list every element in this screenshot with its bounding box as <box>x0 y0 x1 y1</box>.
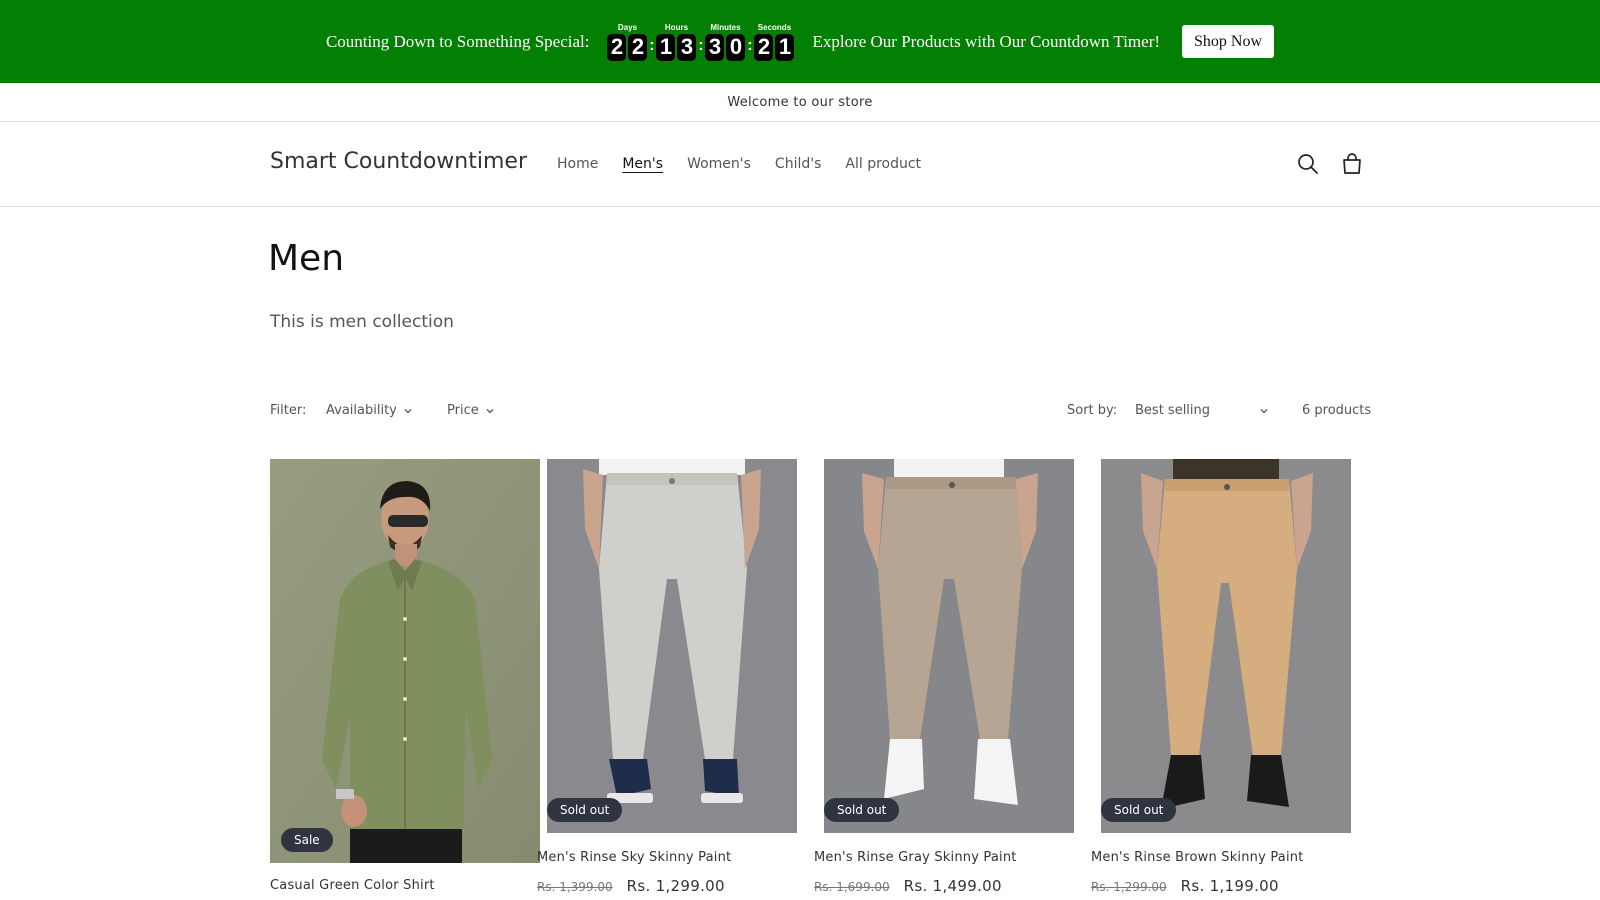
timer-digit: 3 <box>677 33 697 61</box>
product-prices: Rs. 1,399.00 Rs. 1,299.00 <box>537 877 725 895</box>
product-card[interactable]: Sale Casual Green Color Shirt <box>270 459 540 899</box>
compare-price: Rs. 1,699.00 <box>814 880 890 894</box>
product-image[interactable] <box>547 459 797 833</box>
sort-label: Sort by: <box>1067 403 1118 418</box>
nav-mens[interactable]: Men's <box>622 156 663 172</box>
price-filter-label: Price <box>447 403 479 418</box>
chevron-down-icon <box>486 408 494 413</box>
chevron-down-icon <box>1260 408 1268 413</box>
nav-womens[interactable]: Women's <box>687 156 751 172</box>
search-icon[interactable] <box>1294 150 1322 178</box>
nav-home[interactable]: Home <box>557 156 598 172</box>
product-card[interactable]: Sold out Men's Rinse Brown Skinny Paint … <box>1091 459 1361 899</box>
product-image[interactable] <box>1101 459 1351 833</box>
countdown-timer: Days 22 : Hours 13 : Minutes 30 : Second… <box>607 22 795 61</box>
compare-price: Rs. 1,299.00 <box>1091 880 1167 894</box>
timer-digit: 2 <box>607 33 627 61</box>
product-image[interactable] <box>824 459 1074 833</box>
timer-days-label: Days <box>617 22 638 32</box>
cart-icon[interactable] <box>1338 150 1366 178</box>
store-logo[interactable]: Smart Countdowntimer <box>270 149 527 174</box>
product-card[interactable]: Sold out Men's Rinse Gray Skinny Paint R… <box>814 459 1084 899</box>
availability-filter[interactable]: Availability <box>326 403 413 418</box>
collection-description: This is men collection <box>270 312 454 332</box>
timer-seconds: Seconds 21 <box>754 22 795 61</box>
sold-out-badge: Sold out <box>1101 798 1177 822</box>
timer-digit: 1 <box>775 33 795 61</box>
timer-seconds-label: Seconds <box>757 22 792 32</box>
product-image[interactable] <box>270 459 540 863</box>
sale-price: Rs. 1,199.00 <box>1180 877 1279 895</box>
sold-out-badge: Sold out <box>824 798 900 822</box>
timer-digit: 2 <box>754 33 774 61</box>
timer-separator: : <box>649 36 655 54</box>
product-card[interactable]: Sold out Men's Rinse Sky Skinny Paint Rs… <box>537 459 807 899</box>
price-filter[interactable]: Price <box>447 403 495 418</box>
product-prices: Rs. 1,699.00 Rs. 1,499.00 <box>814 877 1002 895</box>
sort-value: Best selling <box>1135 403 1211 418</box>
timer-hours-label: Hours <box>664 22 689 32</box>
countdown-banner: Counting Down to Something Special: Days… <box>0 0 1600 83</box>
availability-filter-label: Availability <box>326 403 397 418</box>
timer-hours: Hours 13 <box>656 22 697 61</box>
timer-digit: 2 <box>628 33 648 61</box>
nav-all-product[interactable]: All product <box>845 156 921 172</box>
main-nav: Home Men's Women's Child's All product <box>557 156 921 172</box>
chevron-down-icon <box>404 408 412 413</box>
timer-separator: : <box>698 36 704 54</box>
banner-left-text: Counting Down to Something Special: <box>325 31 590 51</box>
product-count: 6 products <box>1302 403 1372 418</box>
timer-minutes-label: Minutes <box>710 22 741 32</box>
nav-childs[interactable]: Child's <box>775 156 821 172</box>
collection-title: Men <box>268 238 345 279</box>
sold-out-badge: Sold out <box>547 798 623 822</box>
site-header: Smart Countdowntimer Home Men's Women's … <box>0 122 1600 207</box>
timer-separator: : <box>747 36 753 54</box>
timer-digit: 3 <box>705 33 725 61</box>
product-name[interactable]: Casual Green Color Shirt <box>270 878 435 893</box>
shop-now-button[interactable]: Shop Now <box>1182 25 1275 58</box>
product-name[interactable]: Men's Rinse Sky Skinny Paint <box>537 850 731 865</box>
timer-digit: 0 <box>726 33 746 61</box>
product-name[interactable]: Men's Rinse Brown Skinny Paint <box>1091 850 1304 865</box>
timer-days: Days 22 <box>607 22 648 61</box>
timer-minutes: Minutes 30 <box>705 22 746 61</box>
sale-badge: Sale <box>281 828 333 852</box>
product-name[interactable]: Men's Rinse Gray Skinny Paint <box>814 850 1017 865</box>
product-prices: Rs. 1,299.00 Rs. 1,199.00 <box>1091 877 1279 895</box>
sort-select[interactable]: Best selling <box>1135 403 1269 418</box>
compare-price: Rs. 1,399.00 <box>537 880 613 894</box>
sale-price: Rs. 1,299.00 <box>626 877 725 895</box>
banner-right-text: Explore Our Products with Our Countdown … <box>812 31 1161 51</box>
sale-price: Rs. 1,499.00 <box>903 877 1002 895</box>
announcement-text: Welcome to our store <box>727 94 873 110</box>
timer-digit: 1 <box>656 33 676 61</box>
announcement-bar: Welcome to our store <box>0 83 1600 122</box>
filter-label: Filter: <box>270 403 307 418</box>
